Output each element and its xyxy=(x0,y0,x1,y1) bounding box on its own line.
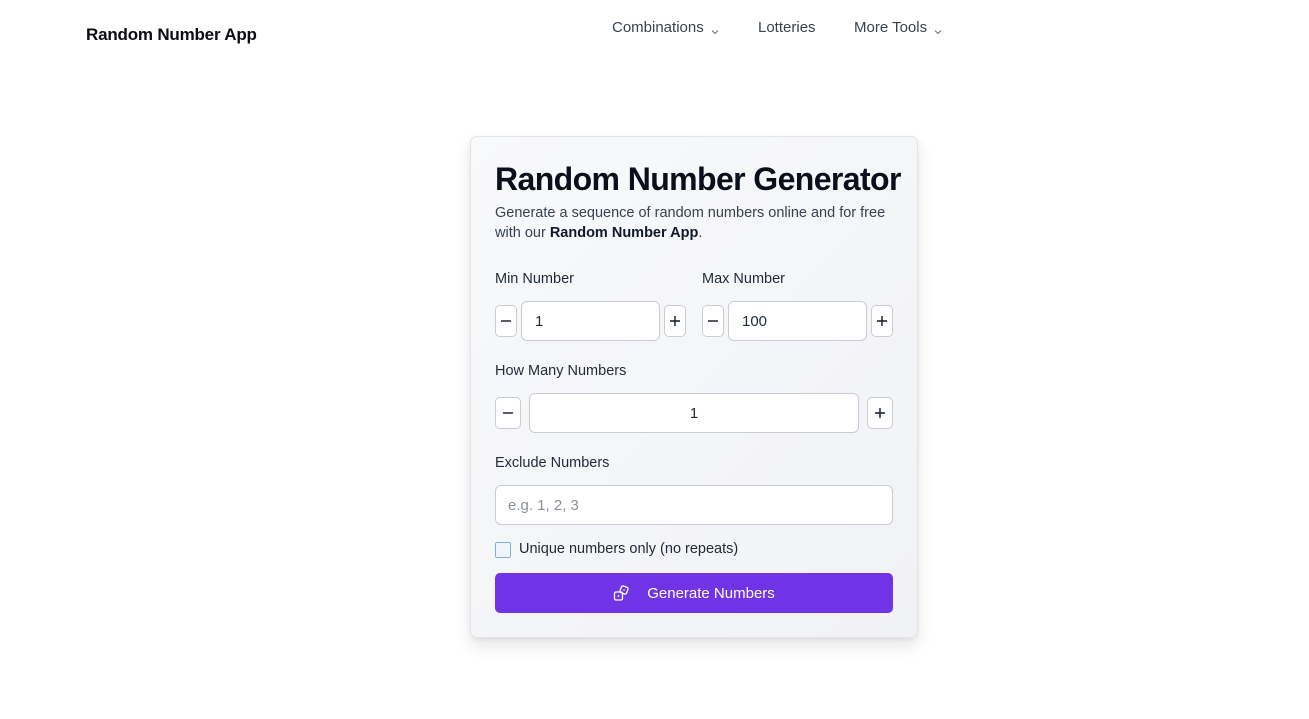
nav-lotteries-label: Lotteries xyxy=(758,18,816,36)
exclude-numbers-input[interactable] xyxy=(495,485,893,525)
unique-checkbox[interactable] xyxy=(495,542,511,558)
exclude-numbers-label: Exclude Numbers xyxy=(495,455,610,471)
min-increment-button[interactable] xyxy=(664,305,686,337)
min-decrement-button[interactable] xyxy=(495,305,517,337)
chevron-down-icon xyxy=(711,23,719,35)
site-header: Random Number App Combinations Lotteries… xyxy=(0,0,1309,72)
min-number-input[interactable] xyxy=(521,301,660,341)
minus-icon xyxy=(708,320,718,322)
plus-icon xyxy=(670,316,680,326)
max-increment-button[interactable] xyxy=(871,305,893,337)
how-many-label: How Many Numbers xyxy=(495,363,627,379)
dice-icon xyxy=(613,584,630,602)
max-number-input[interactable] xyxy=(728,301,867,341)
generator-card: Random Number Generator Generate a seque… xyxy=(470,136,918,638)
description-brand: Random Number App xyxy=(549,225,699,241)
nav-combinations[interactable]: Combinations xyxy=(612,19,719,36)
nav-more-tools[interactable]: More Tools xyxy=(854,19,942,36)
max-decrement-button[interactable] xyxy=(702,305,724,337)
min-number-label: Min Number xyxy=(495,271,574,287)
count-increment-button[interactable] xyxy=(867,397,893,429)
count-decrement-button[interactable] xyxy=(495,397,521,429)
page-title: Random Number Generator xyxy=(495,161,901,197)
minus-icon xyxy=(501,320,511,322)
generate-numbers-button[interactable]: Generate Numbers xyxy=(495,573,893,613)
nav-more-tools-label: More Tools xyxy=(854,18,928,36)
description-suffix: . xyxy=(698,225,703,241)
generate-numbers-label: Generate Numbers xyxy=(647,584,775,602)
nav-lotteries[interactable]: Lotteries xyxy=(758,19,816,36)
nav-combinations-label: Combinations xyxy=(612,18,704,36)
count-input[interactable] xyxy=(529,393,859,433)
page-description: Generate a sequence of random numbers on… xyxy=(495,203,900,243)
unique-checkbox-label[interactable]: Unique numbers only (no repeats) xyxy=(519,541,738,557)
minus-icon xyxy=(503,412,513,414)
plus-icon xyxy=(875,408,885,418)
chevron-down-icon xyxy=(934,23,942,35)
max-number-label: Max Number xyxy=(702,271,785,287)
plus-icon xyxy=(877,316,887,326)
brand-logo[interactable]: Random Number App xyxy=(86,25,257,45)
